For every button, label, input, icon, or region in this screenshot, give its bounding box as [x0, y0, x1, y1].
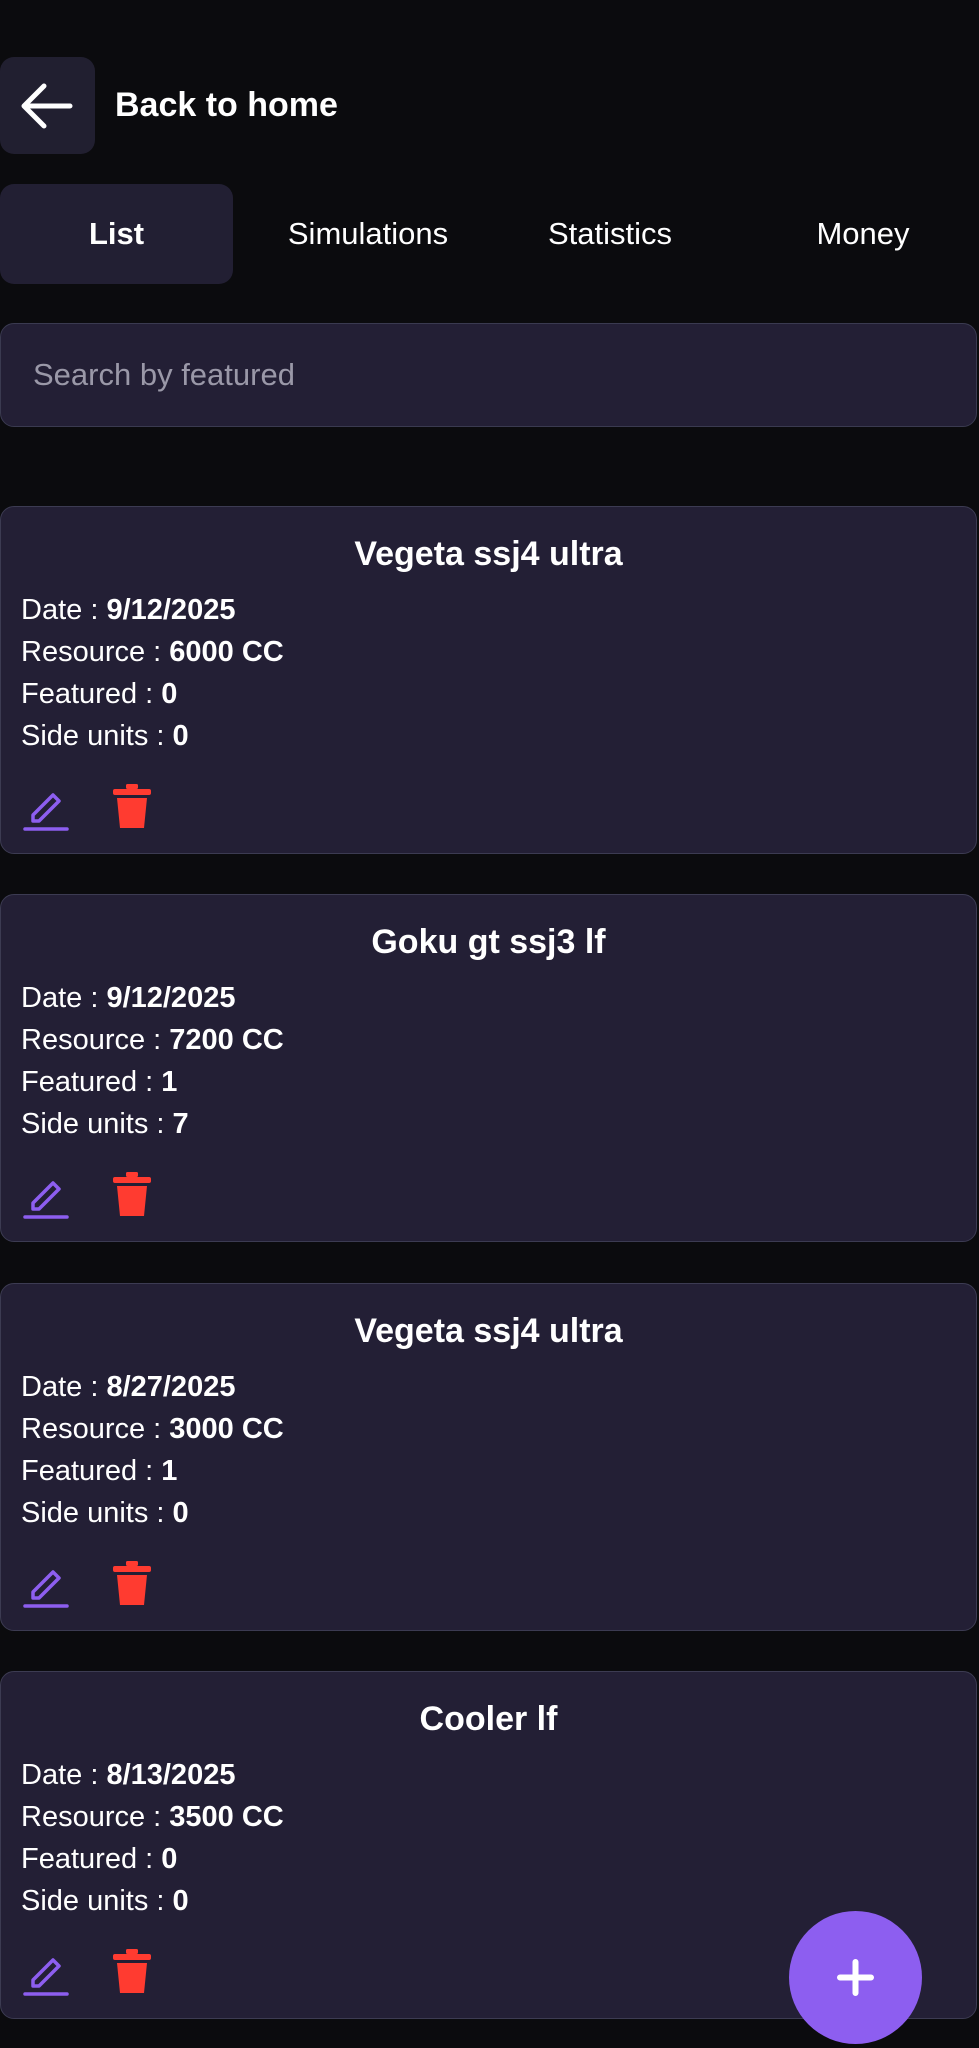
- card-featured-row: Featured : 0: [21, 678, 177, 711]
- card-side-units-value: 0: [172, 1885, 189, 1917]
- card-side-units-label: Side units :: [21, 1497, 173, 1529]
- card-resource-value: 7200 CC: [169, 1024, 284, 1056]
- card-side-units-row: Side units : 0: [21, 720, 189, 753]
- card-title: Vegeta ssj4 ultra: [354, 535, 623, 573]
- card-featured-label: Featured :: [21, 1455, 162, 1487]
- card-featured-label: Featured :: [21, 678, 162, 710]
- card-side-units-value: 0: [172, 720, 189, 752]
- card-featured-value: 1: [161, 1066, 178, 1098]
- pencil-icon[interactable]: [23, 1562, 69, 1608]
- record-card: Goku gt ssj3 lf Date : 9/12/2025 Resource …: [0, 894, 977, 1242]
- pencil-icon[interactable]: [23, 1173, 69, 1219]
- card-featured-value: 1: [161, 1455, 178, 1487]
- card-resource-label: Resource :: [21, 1801, 170, 1833]
- tab-statistics[interactable]: Statistics: [490, 184, 730, 284]
- card-resource-row: Resource : 3000 CC: [21, 1413, 284, 1446]
- tab-bar: List Simulations Statistics Money: [0, 184, 979, 284]
- card-title: Vegeta ssj4 ultra: [354, 1312, 623, 1350]
- plus-icon: [837, 1959, 874, 1996]
- card-date-value: 9/12/2025: [106, 594, 236, 626]
- back-to-home-label[interactable]: Back to home: [115, 86, 338, 125]
- tab-list[interactable]: List: [0, 184, 233, 284]
- card-date-label: Date :: [21, 1371, 107, 1403]
- card-resource-row: Resource : 6000 CC: [21, 636, 284, 669]
- card-date-row: Date : 9/12/2025: [21, 982, 235, 1015]
- record-card: Vegeta ssj4 ultra Date : 9/12/2025 Resourc…: [0, 506, 977, 854]
- trash-icon[interactable]: [111, 1948, 153, 1994]
- card-date-label: Date :: [21, 1759, 107, 1791]
- card-featured-value: 0: [161, 678, 178, 710]
- card-resource-row: Resource : 3500 CC: [21, 1801, 284, 1834]
- pencil-icon[interactable]: [23, 785, 69, 831]
- card-resource-row: Resource : 7200 CC: [21, 1024, 284, 1057]
- back-button[interactable]: [0, 57, 95, 154]
- card-featured-row: Featured : 0: [21, 1843, 177, 1876]
- search-input[interactable]: [31, 324, 935, 426]
- record-card: Vegeta ssj4 ultra Date : 8/27/2025 Resourc…: [0, 1283, 977, 1631]
- card-resource-label: Resource :: [21, 1024, 170, 1056]
- card-side-units-row: Side units : 7: [21, 1108, 189, 1141]
- trash-icon[interactable]: [111, 1171, 153, 1217]
- pencil-icon[interactable]: [23, 1950, 69, 1996]
- card-date-row: Date : 9/12/2025: [21, 594, 235, 627]
- card-date-value: 8/27/2025: [106, 1371, 236, 1403]
- card-resource-value: 3000 CC: [169, 1413, 284, 1445]
- card-featured-label: Featured :: [21, 1843, 162, 1875]
- arrow-left-icon: [21, 83, 73, 129]
- card-featured-row: Featured : 1: [21, 1066, 177, 1099]
- card-side-units-value: 0: [172, 1497, 189, 1529]
- card-date-value: 8/13/2025: [106, 1759, 236, 1791]
- card-date-label: Date :: [21, 594, 107, 626]
- trash-icon[interactable]: [111, 783, 153, 829]
- card-resource-label: Resource :: [21, 636, 170, 668]
- card-resource-value: 6000 CC: [169, 636, 284, 668]
- card-resource-label: Resource :: [21, 1413, 170, 1445]
- card-date-value: 9/12/2025: [106, 982, 236, 1014]
- card-featured-row: Featured : 1: [21, 1455, 177, 1488]
- card-featured-label: Featured :: [21, 1066, 162, 1098]
- card-side-units-row: Side units : 0: [21, 1885, 189, 1918]
- card-side-units-label: Side units :: [21, 1108, 173, 1140]
- card-title: Goku gt ssj3 lf: [371, 923, 606, 961]
- card-side-units-value: 7: [172, 1108, 189, 1140]
- trash-icon[interactable]: [111, 1560, 153, 1606]
- card-resource-value: 3500 CC: [169, 1801, 284, 1833]
- add-button[interactable]: [789, 1911, 922, 2044]
- card-date-row: Date : 8/13/2025: [21, 1759, 235, 1792]
- card-title: Cooler lf: [419, 1700, 558, 1738]
- search-box: [0, 323, 977, 427]
- card-featured-value: 0: [161, 1843, 178, 1875]
- tab-simulations[interactable]: Simulations: [248, 184, 488, 284]
- card-side-units-label: Side units :: [21, 1885, 173, 1917]
- card-date-row: Date : 8/27/2025: [21, 1371, 235, 1404]
- tab-money[interactable]: Money: [743, 184, 979, 284]
- card-side-units-row: Side units : 0: [21, 1497, 189, 1530]
- card-side-units-label: Side units :: [21, 720, 173, 752]
- card-date-label: Date :: [21, 982, 107, 1014]
